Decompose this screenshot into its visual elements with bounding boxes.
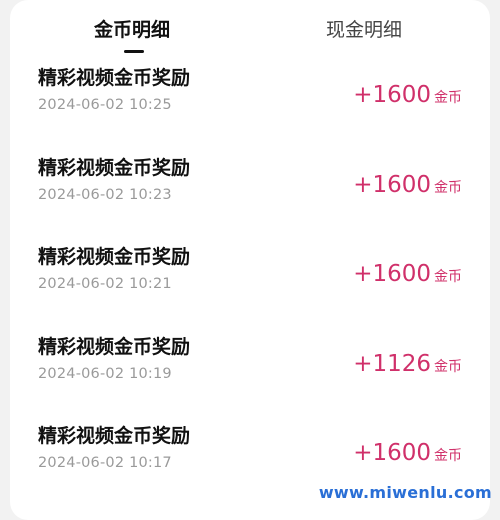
record-amount-unit: 金币 <box>434 358 462 375</box>
record-title: 精彩视频金币奖励 <box>38 67 191 89</box>
list-item[interactable]: 精彩视频金币奖励 2024-06-02 10:23 +1600 金币 <box>10 152 490 242</box>
detail-tabs: 金币明细 现金明细 <box>10 0 490 53</box>
record-time: 2024-06-02 10:25 <box>38 97 172 113</box>
tab-coin-detail[interactable]: 金币明细 <box>94 17 170 43</box>
record-time: 2024-06-02 10:17 <box>38 455 172 471</box>
record-title: 精彩视频金币奖励 <box>38 246 191 268</box>
record-amount-unit: 金币 <box>434 448 462 464</box>
record-title: 精彩视频金币奖励 <box>38 425 191 447</box>
record-amount: +1126 金币 <box>353 349 462 382</box>
list-item[interactable]: 精彩视频金币奖励 2024-06-02 10:19 +1126 金币 <box>10 331 490 421</box>
record-time: 2024-06-02 10:21 <box>38 276 172 292</box>
record-amount-value: +1600 <box>353 440 431 466</box>
list-item[interactable]: 精彩视频金币奖励 2024-06-02 10:25 +1600 金币 <box>10 62 490 152</box>
coin-record-list: 精彩视频金币奖励 2024-06-02 10:25 +1600 金币 精彩视频金币… <box>10 62 490 510</box>
record-amount-value: +1126 <box>353 350 431 377</box>
record-amount-value: +1600 <box>353 261 431 287</box>
record-title: 精彩视频金币奖励 <box>38 156 191 179</box>
record-amount: +1600 金币 <box>353 259 462 292</box>
record-amount: +1600 金币 <box>353 170 462 203</box>
record-amount-value: +1600 <box>353 82 431 108</box>
record-title: 精彩视频金币奖励 <box>38 335 191 358</box>
record-amount: +1600 金币 <box>353 438 462 471</box>
record-time: 2024-06-02 10:23 <box>38 186 172 203</box>
record-amount-unit: 金币 <box>434 179 462 196</box>
record-amount-unit: 金币 <box>434 269 462 285</box>
record-amount-unit: 金币 <box>434 90 462 106</box>
record-amount: +1600 金币 <box>353 80 462 113</box>
record-time: 2024-06-02 10:19 <box>38 365 172 382</box>
list-item[interactable]: 精彩视频金币奖励 2024-06-02 10:21 +1600 金币 <box>10 241 490 331</box>
site-watermark: www.miwenlu.com <box>318 483 492 502</box>
tab-cash-detail[interactable]: 现金明细 <box>326 17 402 43</box>
coin-detail-card: 金币明细 现金明细 精彩视频金币奖励 2024-06-02 10:25 +160… <box>10 0 490 520</box>
active-tab-indicator <box>124 50 144 53</box>
record-amount-value: +1600 <box>353 171 431 198</box>
